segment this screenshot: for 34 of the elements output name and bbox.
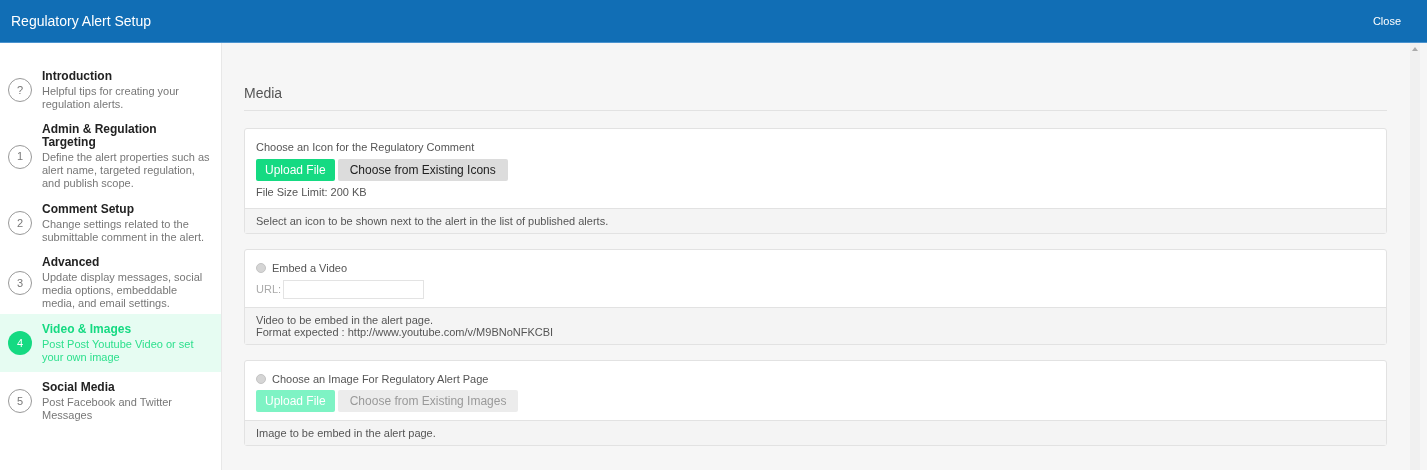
- help-text: Image to be embed in the alert page.: [256, 427, 437, 439]
- url-label: URL:: [256, 281, 282, 297]
- field-label: Choose an Icon for the Regulatory Comment: [256, 140, 476, 155]
- window-title: Regulatory Alert Setup: [11, 11, 152, 31]
- step-title: Admin & Regulation Targeting: [42, 123, 158, 149]
- step-item[interactable]: ? Introduction Helpful tips for creating your regulation alerts.: [0, 61, 221, 119]
- step-description: Change settings related to the submittable comment in the alert.: [42, 217, 206, 244]
- help-text: Select an icon to be shown next to the alert in the list of published alerts.: [256, 215, 610, 227]
- step-item[interactable]: 2 Comment Setup Change settings related to the submittable comment in the alert.: [0, 194, 221, 252]
- scroll-up-icon[interactable]: [1412, 47, 1418, 51]
- help-text: Format expected : http://www.youtube.com/v/M9BNoNFKCBI: [256, 325, 555, 338]
- help-text: Video to be embed in the alert page.: [256, 313, 435, 326]
- step-title: Advanced: [42, 256, 101, 269]
- step-title: Comment Setup: [42, 202, 135, 216]
- step-item[interactable]: 5 Social Media Post Facebook and Twitter Messages: [0, 372, 221, 430]
- radio-label: Choose an Image For Regulatory Alert Page: [272, 371, 489, 387]
- step-description: Post Post Youtube Video or set your own image: [42, 337, 195, 364]
- step-marker: 4: [8, 331, 32, 355]
- url-field[interactable]: [283, 279, 425, 299]
- step-title: Introduction: [42, 69, 113, 83]
- section-title: Media: [244, 83, 1387, 111]
- step-description: Define the alert properties such as alert name, targeted regulation, and publish scope.: [42, 151, 211, 190]
- radio-button[interactable]: [256, 263, 266, 274]
- step-description: Helpful tips for creating your regulation alerts.: [42, 84, 180, 111]
- step-description: Update display messages, social media options, embeddable media, and email settings.: [42, 271, 204, 310]
- file-size-note: File Size Limit: 200 KB: [256, 184, 368, 200]
- radio-label: Embed a Video: [272, 261, 348, 276]
- step-item[interactable]: 1 Admin & Regulation Targeting Define the alert properties such as alert name, targeted regulation, and publish scope.: [0, 119, 221, 194]
- step-title: Social Media: [42, 380, 116, 394]
- step-title: Video & Images: [42, 322, 133, 336]
- choose-existing-button[interactable]: Choose from Existing Icons: [337, 158, 508, 181]
- step-item[interactable]: 3 Advanced Update display messages, social media options, embeddable media, and email settings.: [0, 252, 221, 314]
- step-description: Post Facebook and Twitter Messages: [42, 395, 174, 422]
- close-button[interactable]: Close: [1372, 12, 1401, 30]
